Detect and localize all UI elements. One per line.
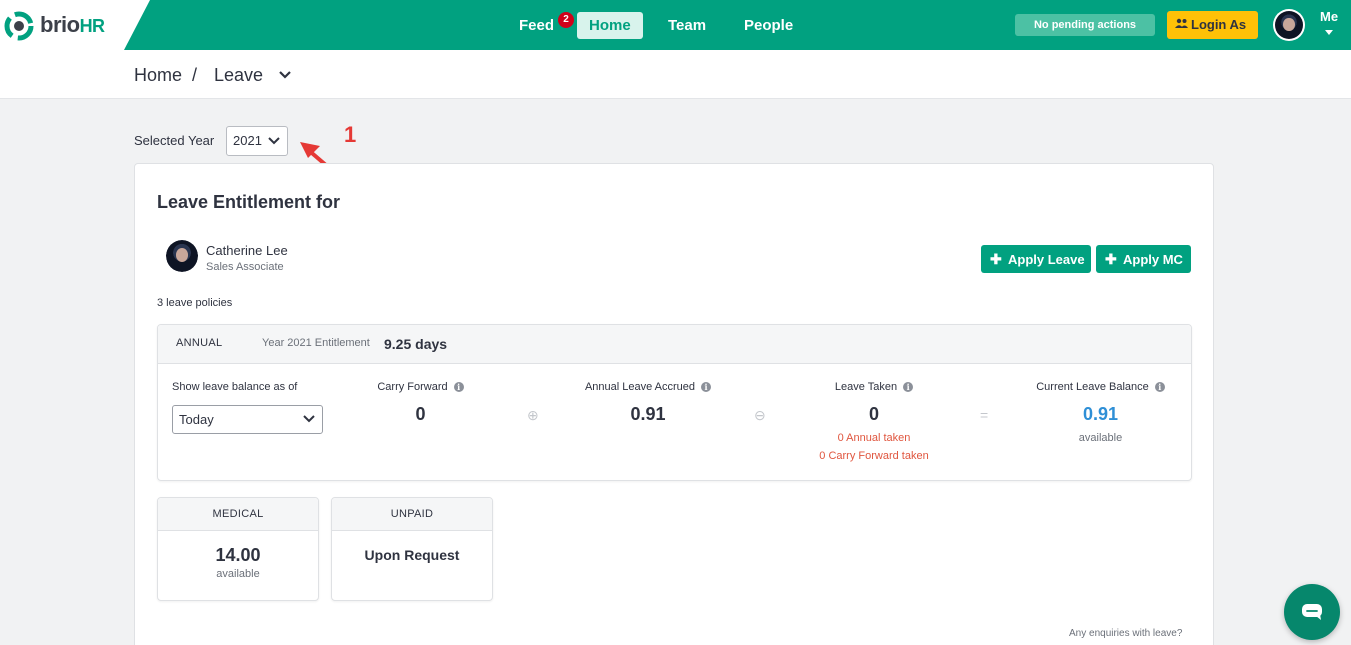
user-avatar[interactable] [1273, 9, 1305, 41]
plus-operator-icon: ⊕ [527, 407, 539, 423]
nav-home[interactable]: Home [577, 12, 643, 39]
annotation-number: 1 [344, 122, 357, 147]
carry-forward-taken-text: 0 Carry Forward taken [819, 450, 929, 462]
brand-logo[interactable]: brioHR [0, 0, 150, 50]
current-balance-value: 0.91 [1082, 404, 1119, 424]
login-as-button[interactable]: Login As [1167, 11, 1258, 39]
info-icon[interactable]: i [453, 382, 464, 392]
plus-icon: ✚ [1105, 251, 1117, 267]
chevron-down-icon [303, 415, 315, 423]
employee-avatar [166, 240, 198, 272]
current-balance-sub: available [1078, 432, 1123, 444]
medical-policy-name: MEDICAL [158, 498, 318, 531]
brand-name: brioHR [40, 12, 105, 37]
me-caret-down-icon[interactable] [1325, 30, 1333, 35]
nav-people[interactable]: People [732, 12, 805, 39]
pending-actions-button[interactable]: No pending actions [1015, 14, 1155, 36]
employee-name: Catherine Lee [206, 243, 288, 258]
enquiry-link[interactable]: Any enquiries with leave? [1069, 628, 1182, 639]
year-select-value: 2021 [233, 133, 262, 148]
leave-taken-value: 0 [868, 404, 879, 424]
entitlement-label: Year 2021 Entitlement [262, 337, 370, 349]
nav-feed[interactable]: Feed [507, 12, 566, 39]
feed-notification-badge: 2 [558, 12, 574, 28]
medical-value: 14.00 [215, 545, 261, 565]
top-navbar: brioHR Feed 2 Home Team People No pendin… [0, 0, 1351, 50]
annual-taken-text: 0 Annual taken [837, 432, 911, 444]
leave-entitlement-card: Leave Entitlement for Catherine Lee Sale… [134, 163, 1214, 645]
current-balance-label: Current Leave Balance i [1028, 381, 1173, 393]
breadcrumb-current[interactable]: Leave [214, 65, 263, 86]
breadcrumb-bar: Home / Leave [0, 50, 1351, 99]
annual-policy-name: ANNUAL [176, 337, 223, 349]
medical-leave-box: MEDICAL 14.00 available [157, 497, 319, 601]
carry-forward-value: 0 [415, 404, 426, 424]
entitlement-value: 9.25 days [384, 336, 448, 352]
accrued-value: 0.91 [630, 404, 666, 424]
login-as-label: Login As [1191, 17, 1247, 32]
me-menu-label[interactable]: Me [1320, 9, 1338, 24]
chat-icon [1302, 604, 1322, 620]
unpaid-value: Upon Request [364, 547, 460, 563]
policies-count: 3 leave policies [157, 297, 233, 309]
medical-sub: available [216, 568, 260, 580]
annual-leave-header: ANNUAL Year 2021 Entitlement 9.25 days [158, 325, 1191, 364]
brio-logo-icon [4, 11, 34, 41]
unpaid-leave-box: UNPAID Upon Request [331, 497, 493, 601]
apply-leave-button[interactable]: ✚ Apply Leave [981, 245, 1091, 273]
info-icon[interactable]: i [1154, 382, 1165, 392]
apply-mc-label: Apply MC [1123, 252, 1183, 267]
info-icon[interactable]: i [701, 382, 712, 392]
carry-forward-label: Carry Forward i [358, 381, 483, 393]
year-select[interactable]: 2021 [226, 126, 288, 156]
annual-leave-panel: ANNUAL Year 2021 Entitlement 9.25 days S… [157, 324, 1192, 481]
chat-widget-button[interactable] [1284, 584, 1340, 640]
nav-team[interactable]: Team [656, 12, 718, 39]
unpaid-policy-name: UNPAID [332, 498, 492, 531]
balance-as-of-label: Show leave balance as of [172, 381, 298, 393]
equals-operator-icon: = [980, 407, 989, 423]
minus-operator-icon: ⊖ [754, 407, 766, 423]
breadcrumb-home[interactable]: Home [134, 65, 182, 86]
employee-avatar-image [166, 240, 198, 272]
selected-year-label: Selected Year [134, 133, 215, 148]
users-icon [1175, 11, 1191, 39]
avatar-image [1275, 11, 1303, 39]
breadcrumb-separator: / [192, 65, 198, 85]
accrued-label: Annual Leave Accrued i [568, 381, 728, 393]
info-icon[interactable]: i [903, 382, 914, 392]
apply-leave-label: Apply Leave [1008, 252, 1085, 267]
employee-role: Sales Associate [206, 261, 284, 273]
plus-icon: ✚ [990, 251, 1002, 267]
balance-as-of-value: Today [179, 412, 214, 427]
balance-as-of-select[interactable]: Today [172, 405, 323, 434]
chevron-down-icon [268, 137, 280, 145]
card-title: Leave Entitlement for [157, 192, 341, 212]
breadcrumb-chevron-down-icon[interactable] [278, 70, 292, 80]
leave-taken-label: Leave Taken i [808, 381, 940, 393]
apply-mc-button[interactable]: ✚ Apply MC [1096, 245, 1191, 273]
